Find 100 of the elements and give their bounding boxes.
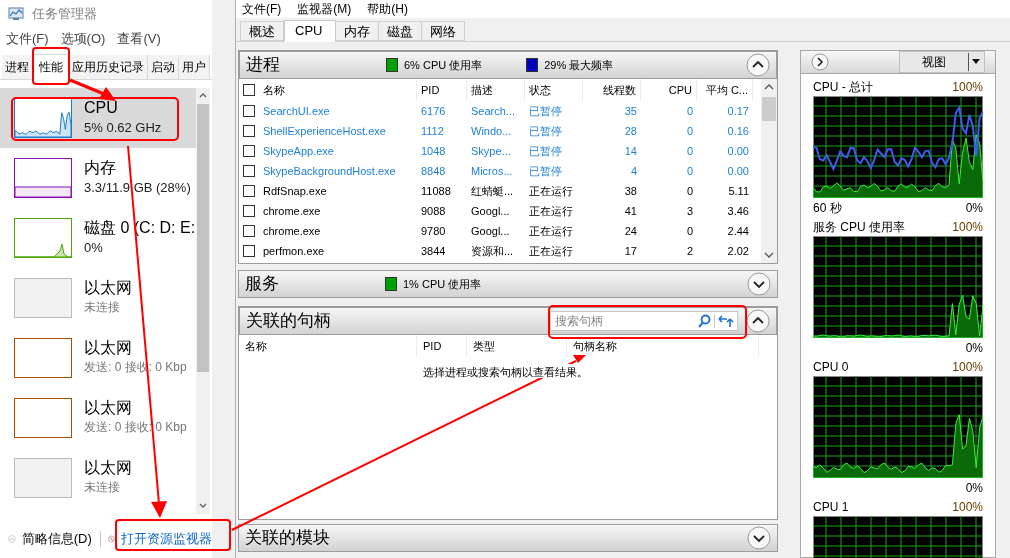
table-cell-text: Micros... bbox=[471, 163, 513, 179]
table-cell-text: 9088 bbox=[421, 203, 446, 219]
section-title: 进程 bbox=[246, 54, 281, 77]
tab[interactable]: 性能 bbox=[33, 54, 69, 80]
collapse-button[interactable] bbox=[746, 309, 770, 333]
expand-right-button[interactable] bbox=[811, 53, 829, 71]
refresh-icon[interactable] bbox=[718, 314, 734, 328]
table-cell-text: 已暂停 bbox=[529, 143, 562, 159]
table-cell-text: 28 bbox=[624, 123, 637, 139]
tab[interactable]: 磁盘 bbox=[379, 21, 422, 41]
column-header[interactable]: CPU bbox=[668, 81, 692, 99]
checkbox[interactable] bbox=[243, 84, 255, 96]
checkbox[interactable] bbox=[243, 105, 255, 117]
collapse-button[interactable] bbox=[746, 53, 770, 77]
section-title: 关联的句柄 bbox=[246, 310, 332, 333]
tab[interactable]: 用户 bbox=[179, 55, 210, 79]
tab[interactable]: CPU bbox=[284, 20, 336, 42]
table-cell-text: 2.02 bbox=[727, 243, 749, 259]
expand-button[interactable] bbox=[747, 526, 771, 550]
table-cell-text: 已暂停 bbox=[529, 103, 562, 119]
resource-item[interactable]: CPU 5% 0.62 GHz bbox=[0, 88, 196, 148]
graph-min-label: 0% bbox=[965, 340, 983, 357]
window-title: 任务管理器 bbox=[32, 5, 97, 24]
section-header[interactable]: 关联的模块 bbox=[238, 524, 778, 552]
tab[interactable]: 进程 bbox=[2, 55, 33, 79]
column-header[interactable]: 类型 bbox=[473, 337, 495, 355]
table-cell-text: 41 bbox=[624, 203, 637, 219]
resource-name: 内存 bbox=[84, 158, 117, 178]
table-cell-text: 0 bbox=[686, 103, 693, 119]
column-header[interactable]: 名称 bbox=[263, 81, 285, 99]
tab[interactable]: 网络 bbox=[422, 21, 465, 41]
expand-button[interactable] bbox=[747, 272, 771, 296]
graph-min-label: 0% bbox=[965, 200, 983, 217]
table-cell-text: 4 bbox=[630, 163, 637, 179]
table-cell-text: SearchUI.exe bbox=[263, 103, 330, 119]
graph-title: 服务 CPU 使用率 bbox=[813, 219, 905, 236]
table-cell-text: 0.00 bbox=[727, 143, 749, 159]
table-cell-text: 9780 bbox=[421, 223, 446, 239]
annotation-arrow bbox=[69, 78, 116, 101]
table-cell-text: 已暂停 bbox=[529, 123, 562, 139]
column-header[interactable]: 句柄名称 bbox=[573, 337, 617, 355]
tab[interactable]: 启动 bbox=[148, 55, 179, 79]
menu-item[interactable]: 文件(F) bbox=[242, 0, 282, 18]
menu-item[interactable]: 监视器(M) bbox=[297, 0, 352, 18]
column-header[interactable]: 线程数 bbox=[603, 81, 636, 99]
checkbox[interactable] bbox=[243, 225, 255, 237]
menu-item[interactable]: 查看(V) bbox=[117, 29, 161, 49]
checkbox[interactable] bbox=[243, 205, 255, 217]
column-header[interactable]: PID bbox=[421, 81, 440, 99]
table-cell-text: 1048 bbox=[421, 143, 446, 159]
section-header[interactable]: 进程 6% CPU 使用率 29% 最大频率 bbox=[239, 51, 777, 79]
graph-max-label: 100% bbox=[952, 219, 983, 236]
graph-title: CPU 0 bbox=[813, 359, 849, 376]
section-header[interactable]: 服务 1% CPU 使用率 bbox=[238, 270, 778, 298]
menu-item[interactable]: 帮助(H) bbox=[367, 0, 408, 18]
checkbox[interactable] bbox=[243, 245, 255, 257]
resource-detail: 5% 0.62 GHz bbox=[84, 120, 162, 137]
checkbox[interactable] bbox=[243, 185, 255, 197]
search-field[interactable]: 搜索句柄 bbox=[550, 311, 738, 331]
section-header[interactable]: 关联的句柄 搜索句柄 bbox=[239, 307, 777, 335]
tab[interactable]: 应用历史记录 bbox=[69, 55, 148, 79]
resource-detail: 未连接 bbox=[84, 480, 121, 495]
column-header[interactable]: PID bbox=[423, 337, 442, 355]
table-cell-text: 35 bbox=[624, 103, 637, 119]
menu-item[interactable]: 文件(F) bbox=[6, 29, 49, 49]
column-header[interactable]: 描述 bbox=[471, 81, 493, 99]
scrollbar[interactable] bbox=[761, 79, 777, 263]
column-header[interactable]: 平均 C... bbox=[705, 81, 748, 99]
table-cell-text: 0.00 bbox=[727, 163, 749, 179]
table-cell-text: 已暂停 bbox=[529, 163, 562, 179]
tab[interactable]: 内存 bbox=[336, 21, 379, 41]
details-toggle[interactable]: 简略信息(D) bbox=[21, 529, 92, 549]
table-cell-text: Googl... bbox=[471, 223, 510, 239]
checkbox[interactable] bbox=[243, 145, 255, 157]
column-header[interactable]: 状态 bbox=[529, 81, 551, 99]
table-cell-text: 3 bbox=[686, 203, 693, 219]
usage-stat: 29% 最大频率 bbox=[544, 57, 614, 73]
table-cell-text: Skype... bbox=[471, 143, 511, 159]
resource-detail: 未连接 bbox=[84, 300, 121, 315]
resource-name: 以太网 bbox=[84, 278, 132, 298]
chart-icon bbox=[8, 7, 24, 21]
graph-max-label: 100% bbox=[952, 359, 983, 376]
view-dropdown[interactable]: 视图 bbox=[899, 51, 985, 73]
table-cell-text: 0 bbox=[686, 163, 693, 179]
search-icon[interactable] bbox=[697, 314, 711, 328]
tab[interactable]: 概述 bbox=[240, 21, 284, 41]
table-cell-text: chrome.exe bbox=[263, 223, 321, 239]
menu-item[interactable]: 选项(O) bbox=[60, 29, 106, 49]
table-cell-text: 3.46 bbox=[727, 203, 749, 219]
checkbox[interactable] bbox=[243, 165, 255, 177]
checkbox[interactable] bbox=[243, 125, 255, 137]
column-header[interactable]: 名称 bbox=[245, 337, 267, 355]
resource-name: CPU bbox=[84, 98, 119, 118]
scrollbar[interactable] bbox=[196, 88, 210, 514]
graph-max-label: 100% bbox=[952, 499, 983, 516]
resource-detail: 3.3/11.9 GB (28%) bbox=[84, 180, 191, 197]
usage-stat: 6% CPU 使用率 bbox=[404, 57, 483, 73]
table-cell-text: 3844 bbox=[421, 243, 446, 259]
graph-min-label: 0% bbox=[965, 480, 983, 497]
table-cell-text: 11088 bbox=[421, 183, 451, 199]
